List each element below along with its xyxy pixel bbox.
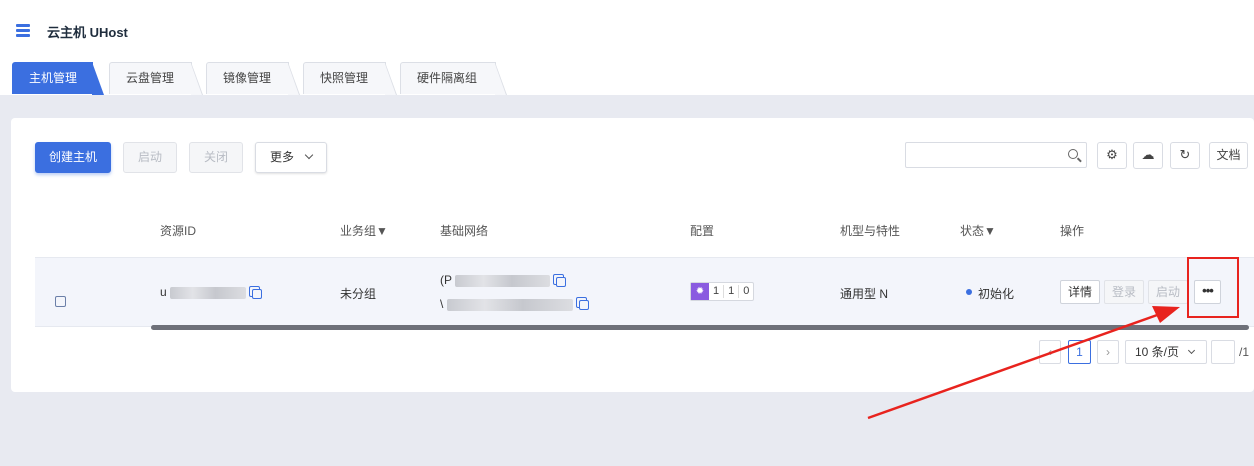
annotation-arrow	[867, 306, 1180, 420]
